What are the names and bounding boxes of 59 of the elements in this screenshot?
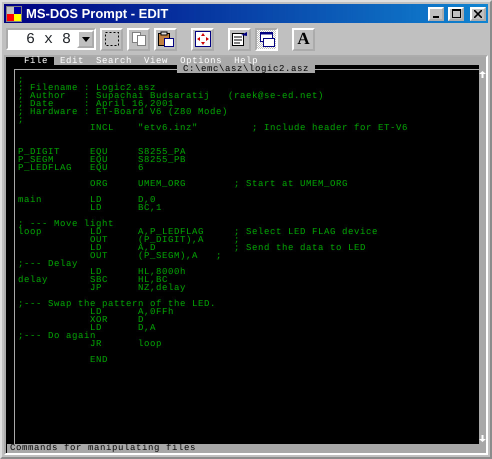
code-line: INCL "etv6.inz" ; Include header for ET-V6	[89, 124, 410, 132]
code-line: JR loop	[90, 340, 164, 348]
code-line: ; --- Move light	[18, 220, 116, 228]
close-icon	[474, 10, 482, 18]
arrows-button[interactable]	[191, 28, 214, 50]
menu-item[interactable]: Help	[228, 57, 264, 65]
code-line: ; Filename : Logic2.asz	[18, 84, 156, 92]
clipboard-icon	[156, 30, 174, 48]
code-line: ;--- Do again	[18, 332, 96, 340]
code-line: loop LD A,P_LEDFLAG ; Select LED FLAG device	[18, 228, 380, 236]
code-line: JP NZ,delay	[89, 284, 188, 292]
minimize-button[interactable]	[428, 6, 444, 20]
copy-icon	[130, 30, 148, 48]
code-line: XOR D	[89, 316, 144, 324]
mark-icon	[102, 30, 120, 48]
maximize-icon	[452, 9, 460, 18]
menu-item[interactable]: Options	[174, 57, 228, 65]
code-line: END	[89, 356, 110, 364]
code-line: LD A,D ; Send the data to LED	[89, 244, 368, 252]
code-line: OUT (P_DIGIT),A ;	[89, 236, 242, 244]
properties-button[interactable]	[228, 28, 251, 50]
arrows-icon	[194, 30, 212, 48]
window-title: MS-DOS Prompt - EDIT	[26, 6, 170, 21]
code-line: P_LEDFLAG EQU 6	[18, 164, 146, 172]
menu-item[interactable]: Edit	[54, 57, 90, 65]
code-line: main LD D,0	[18, 196, 156, 204]
caret-icon	[82, 36, 90, 42]
code-line: delay SBC HL,BC	[18, 276, 168, 284]
code-line: ;	[18, 116, 26, 124]
windows-button[interactable]	[255, 28, 278, 50]
maximize-button[interactable]	[448, 6, 464, 20]
code-line: P_DIGIT EQU S8255_PA	[18, 148, 188, 156]
close-button[interactable]	[470, 6, 486, 20]
code-line: ; Hardware : ET-Board V6 (Z80 Mode)	[18, 108, 230, 116]
font-size-dropdown[interactable]: 6 x 8	[6, 28, 96, 50]
code-line: OUT (P_SEGM),A ;	[89, 252, 224, 260]
code-line: ORG UMEM_ORG ; Start at UMEM_ORG	[89, 180, 350, 188]
code-line: ; Date : April 16,2001	[18, 100, 174, 108]
copy-button[interactable]	[127, 28, 150, 50]
menu-item[interactable]: File	[18, 57, 54, 65]
minimize-icon	[433, 16, 439, 18]
properties-icon	[230, 30, 248, 48]
menu-item[interactable]: Search	[90, 57, 138, 65]
code-line: ;	[18, 76, 26, 84]
file-path: C:\emc\asz\logic2.asz	[176, 65, 316, 73]
clipboard-button[interactable]	[154, 28, 177, 50]
menu-item[interactable]: View	[138, 57, 174, 65]
code-line: P_SEGM EQU S8255_PB	[18, 156, 188, 164]
code-line: LD BC,1	[89, 204, 164, 212]
ms-dos-icon	[6, 6, 22, 22]
font-button[interactable]: A	[292, 28, 315, 50]
code-line: ; Author : Supachai Budsaratij (raek@se-ed.net)	[18, 92, 326, 100]
code-line: LD D,A	[90, 324, 158, 332]
mark-button[interactable]	[100, 28, 123, 50]
code-line: LD A,0FFh	[89, 308, 176, 316]
windows-icon	[258, 30, 276, 48]
code-line: LD HL,8000h	[89, 268, 188, 276]
code-line: ;--- Delay	[18, 260, 80, 268]
code-line: ;--- Swap the pattern of the LED.	[18, 300, 218, 308]
